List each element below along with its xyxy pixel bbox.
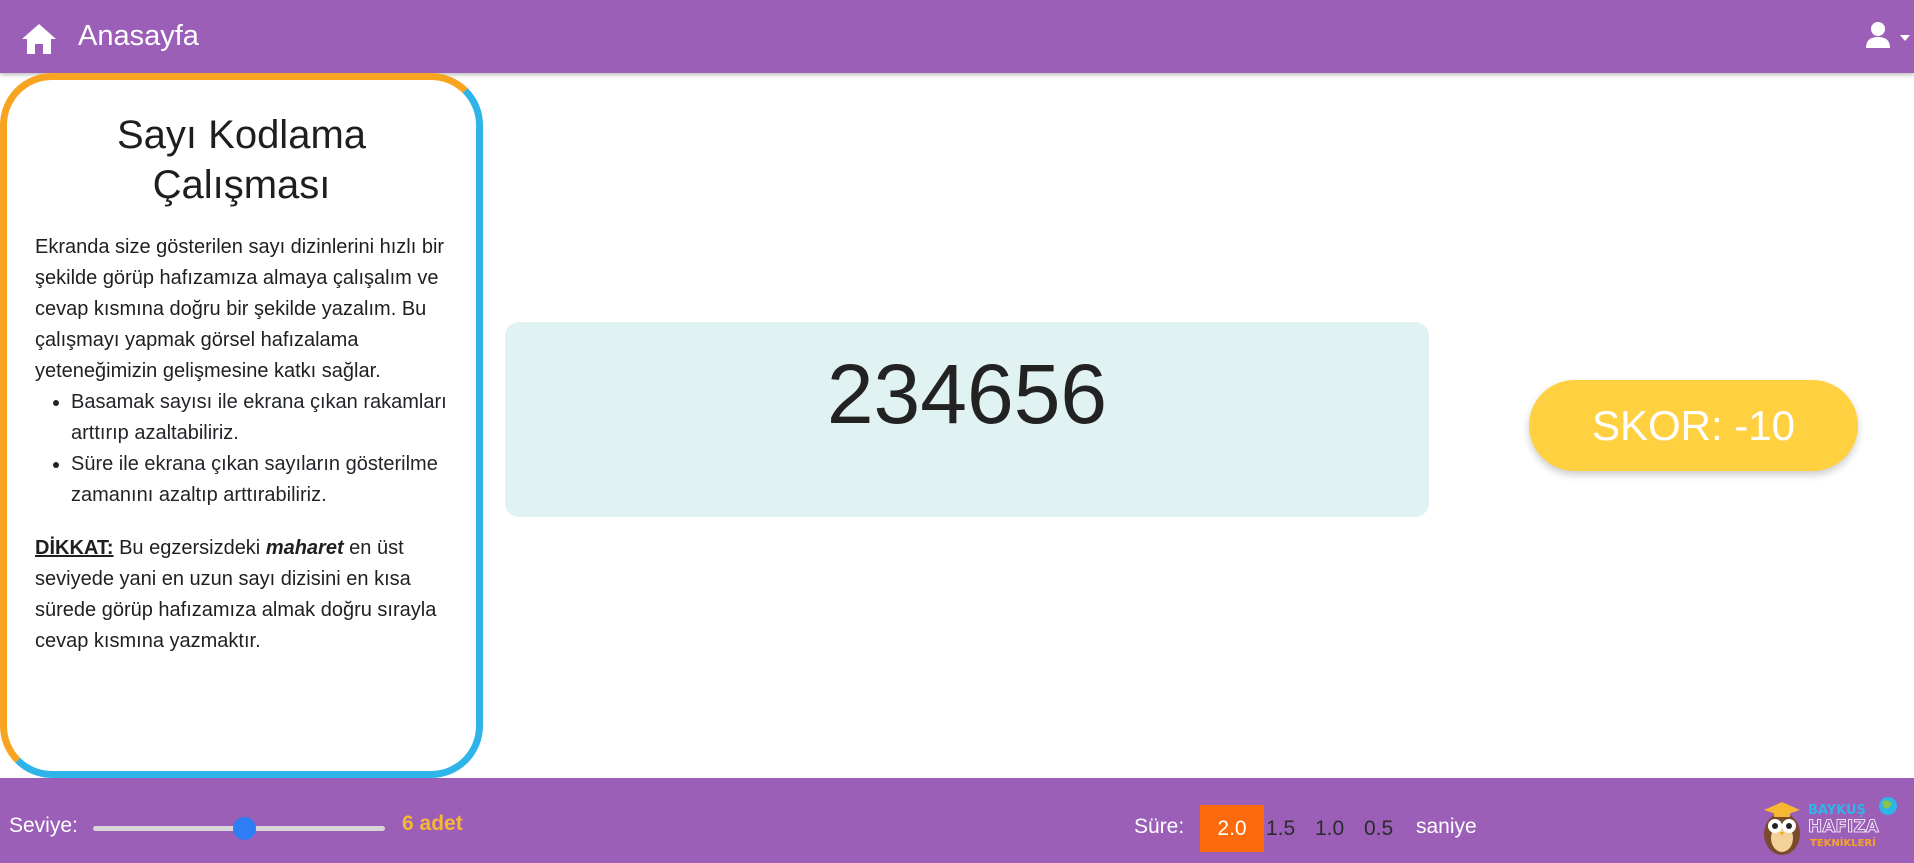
time-option-1-5[interactable]: 1.5: [1266, 805, 1295, 852]
tip-item: Basamak sayısı ile ekrana çıkan rakamlar…: [71, 387, 448, 449]
svg-text:HAFIZA: HAFIZA: [1808, 817, 1880, 837]
time-unit: saniye: [1416, 815, 1477, 838]
description-text: Ekranda size gösterilen sayı dizinlerini…: [35, 236, 445, 382]
baykus-logo: BAYKUŞ HAFIZA TEKNİKLERİ: [1764, 797, 1897, 855]
time-option-0-5[interactable]: 0.5: [1364, 805, 1393, 852]
warning-label: DİKKAT:: [35, 537, 114, 559]
page-title: Sayı Kodlama Çalışması: [35, 110, 448, 210]
tips-list: Basamak sayısı ile ekrana çıkan rakamlar…: [71, 387, 448, 511]
level-slider-thumb[interactable]: [233, 817, 257, 840]
time-option-2-0[interactable]: 2.0: [1200, 805, 1264, 852]
number-display: 234656: [505, 322, 1429, 517]
score-badge: SKOR: -10: [1529, 380, 1858, 471]
home-icon[interactable]: [20, 22, 58, 56]
warning-text: DİKKAT: Bu egzersizdeki maharet en üst s…: [35, 533, 448, 657]
info-card: Sayı Kodlama Çalışması Ekranda size göst…: [0, 73, 483, 778]
number-sequence: 234656: [826, 347, 1108, 441]
bottom-controls: Seviye: 6 adet Süre: 2.0 1.5 1.0 0.5 san…: [0, 778, 1914, 863]
title-line-1: Sayı Kodlama: [116, 113, 367, 157]
warning-pre: Bu egzersizdeki: [113, 537, 266, 559]
warning-emph: maharet: [265, 537, 344, 559]
top-navbar: Anasayfa: [0, 0, 1914, 73]
title-line-2: Çalışması: [152, 163, 331, 207]
time-label: Süre:: [1134, 815, 1185, 838]
home-link[interactable]: Anasayfa: [78, 20, 199, 53]
level-value: 6 adet: [402, 812, 463, 835]
user-icon[interactable]: [1864, 20, 1914, 54]
time-option-1-0[interactable]: 1.0: [1315, 805, 1344, 852]
svg-text:BAYKUŞ: BAYKUŞ: [1808, 803, 1866, 818]
level-label: Seviye:: [9, 814, 78, 837]
svg-text:TEKNİKLERİ: TEKNİKLERİ: [1810, 835, 1876, 849]
tip-item: Süre ile ekrana çıkan sayıların gösteril…: [71, 449, 448, 511]
